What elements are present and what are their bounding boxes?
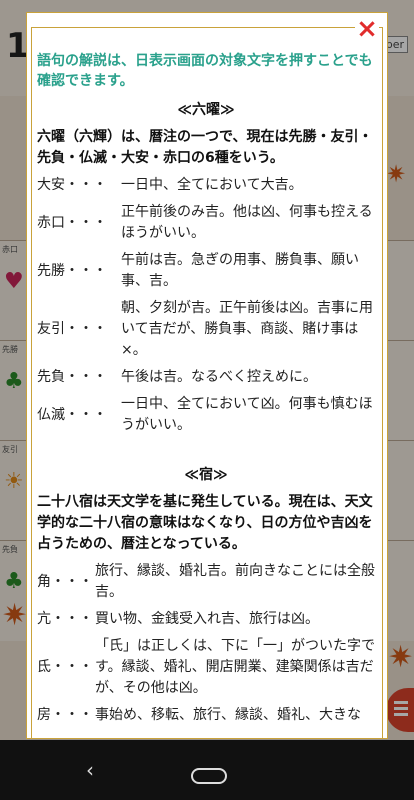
shuku-title: ≪宿≫ [184, 467, 228, 483]
entry-desc: 午後は吉。なるべく控えめに。 [121, 369, 317, 385]
entry-term: 友引・・・ [37, 321, 107, 337]
entry-term: 先勝・・・ [37, 262, 107, 279]
entry-term: 房・・・ [37, 707, 93, 723]
back-icon[interactable]: ‹ [86, 758, 94, 782]
entry-term: 仏滅・・・ [37, 406, 107, 423]
dialog-content: 語句の解説は、日表示画面の対象文字を押すことでも確認できます。 ≪六曜≫ 六曜（… [37, 51, 375, 732]
shuku-entry: 房・・・ 事始め、移転、旅行、縁談、婚礼、大きな [37, 705, 375, 726]
rokuyo-entry: 大安・・・ 一日中、全てにおいて大吉。 [37, 175, 375, 196]
rokuyo-entry: 先負・・・ 午後は吉。なるべく控えめに。 [37, 367, 375, 388]
shuku-entry: 亢・・・ 買い物、金銭受入れ吉、旅行は凶。 [37, 609, 375, 630]
notice-text: 語句の解説は、日表示画面の対象文字を押すことでも確認できます。 [37, 53, 373, 89]
entry-desc: 「氏」は正しくは、下に「一」がついた字です。縁談、婚礼、開店開業、建築関係は吉だ… [95, 638, 375, 696]
entry-desc: 朝、夕刻が吉。正午前後は凶。吉事に用いて吉だが、勝負事、商談、賭け事は×。 [121, 300, 373, 358]
explanation-dialog: × 語句の解説は、日表示画面の対象文字を押すことでも確認できます。 ≪六曜≫ 六… [26, 12, 388, 739]
home-pill-icon[interactable] [191, 768, 227, 784]
shuku-entry: 氐・・・ 「氏」は正しくは、下に「一」がついた字です。縁談、婚礼、開店開業、建築… [37, 636, 375, 699]
rokuyo-entry: 仏滅・・・ 一日中、全てにおいて凶。何事も慎むほうがいい。 [37, 394, 375, 436]
rokuyo-title: ≪六曜≫ [177, 102, 235, 118]
rokuyo-entry: 友引・・・ 朝、夕刻が吉。正午前後は凶。吉事に用いて吉だが、勝負事、商談、賭け事… [37, 298, 375, 361]
entry-desc: 正午前後のみ吉。他は凶、何事も控えるほうがいい。 [121, 204, 373, 241]
entry-desc: 午前は吉。急ぎの用事、勝負事、願い事、吉。 [121, 252, 359, 289]
entry-term: 赤口・・・ [37, 214, 107, 231]
shuku-intro: 二十八宿は天文学を基に発生している。現在は、天文学的な二十八宿の意味はなくなり、… [37, 494, 373, 552]
rokuyo-entry: 先勝・・・ 午前は吉。急ぎの用事、勝負事、願い事、吉。 [37, 250, 375, 292]
entry-desc: 事始め、移転、旅行、縁談、婚礼、大きな [95, 707, 361, 723]
rokuyo-entry: 赤口・・・ 正午前後のみ吉。他は凶、何事も控えるほうがいい。 [37, 202, 375, 244]
close-button[interactable]: × [355, 16, 379, 42]
entry-desc: 一日中、全てにおいて大吉。 [121, 177, 303, 193]
entry-desc: 旅行、縁談、婚礼吉。前向きなことには全般吉。 [95, 563, 375, 600]
entry-desc: 一日中、全てにおいて凶。何事も慎むほうがいい。 [121, 396, 373, 433]
entry-term: 先負・・・ [37, 369, 107, 385]
entry-term: 角・・・ [37, 573, 93, 590]
entry-term: 亢・・・ [37, 611, 93, 627]
shuku-entry: 角・・・ 旅行、縁談、婚礼吉。前向きなことには全般吉。 [37, 561, 375, 603]
entry-term: 氐・・・ [37, 659, 93, 675]
entry-desc: 買い物、金銭受入れ吉、旅行は凶。 [95, 611, 319, 627]
entry-term: 大安・・・ [37, 177, 107, 193]
rokuyo-intro: 六曜（六輝）は、暦注の一つで、現在は先勝・友引・先負・仏滅・大安・赤口の6種をい… [37, 129, 373, 166]
